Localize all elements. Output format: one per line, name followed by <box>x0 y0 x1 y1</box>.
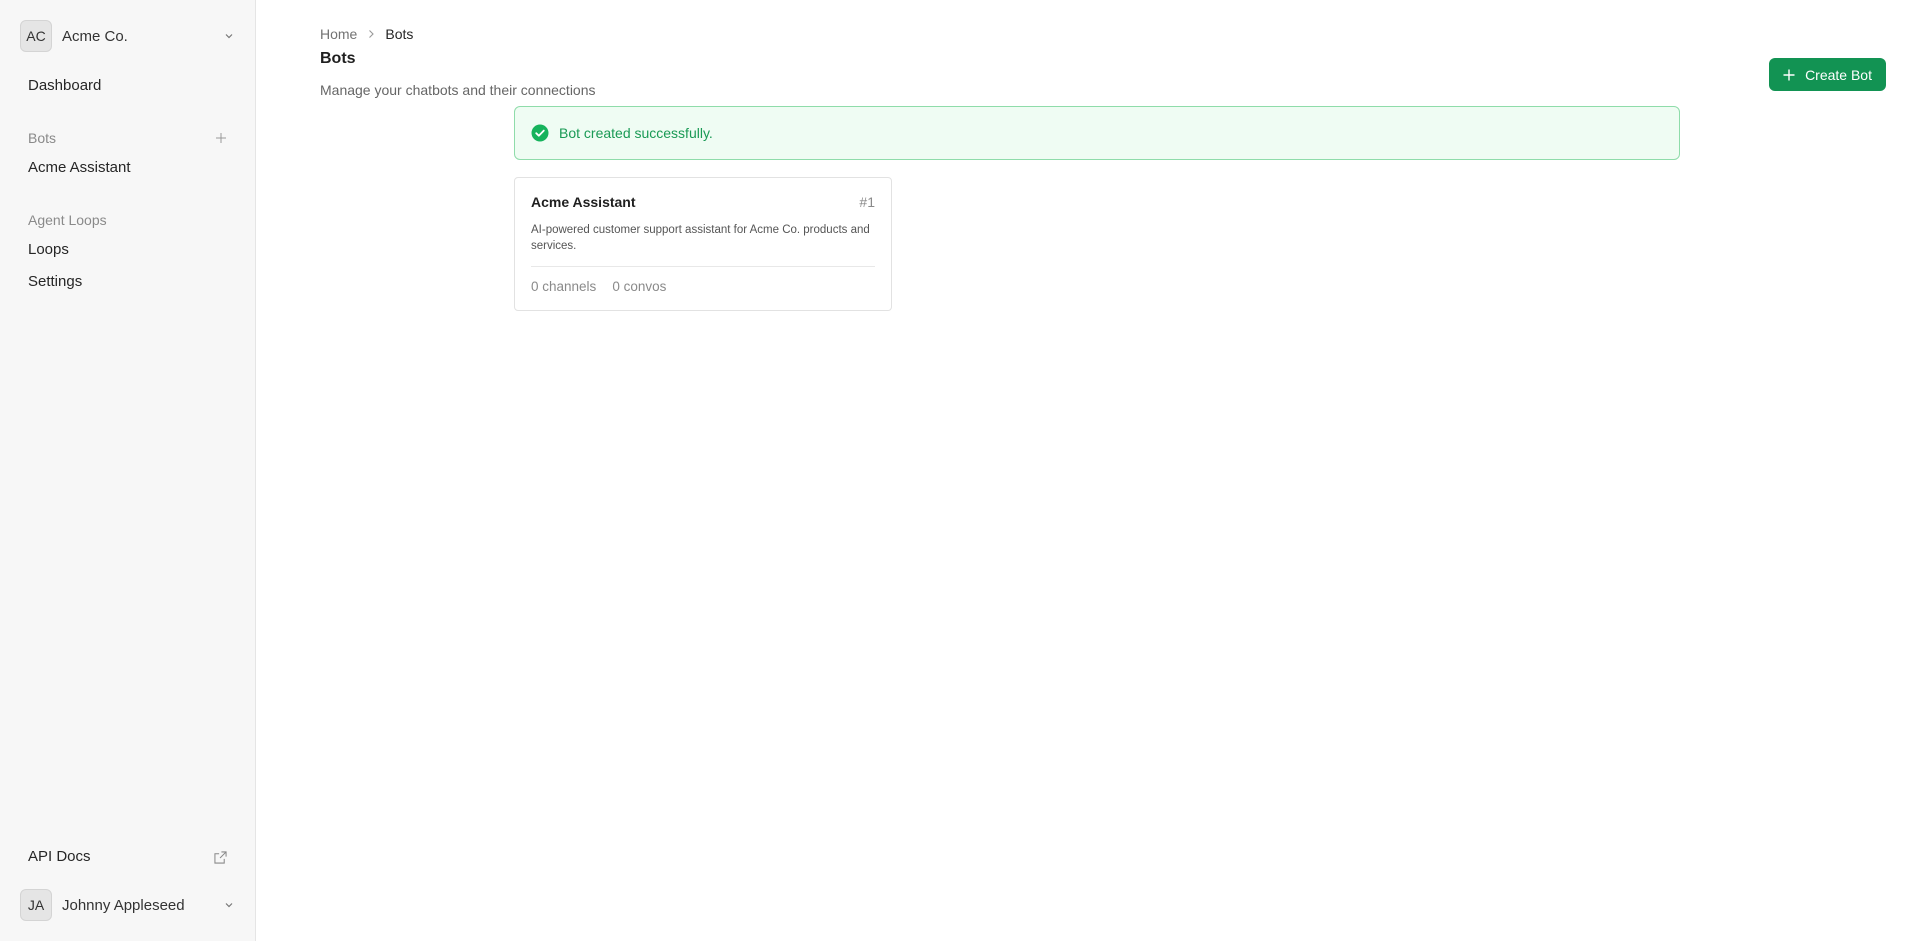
main-content: Home Bots Bots Manage your chatbots and … <box>256 0 1920 941</box>
bot-stats: 0 channels 0 convos <box>531 279 875 294</box>
card-divider <box>531 266 875 267</box>
breadcrumb-current: Bots <box>385 26 414 42</box>
bot-name: Acme Assistant <box>531 194 636 210</box>
page-title: Bots <box>320 50 356 67</box>
chevron-down-icon <box>225 903 233 908</box>
user-switcher[interactable]: JA Johnny Appleseed <box>16 889 239 921</box>
sidebar-section-agent-loops: Agent Loops <box>16 206 239 234</box>
user-name: Johnny Appleseed <box>62 896 185 914</box>
bot-channels-count: 0 channels <box>531 279 597 294</box>
bot-card-header: Acme Assistant #1 <box>531 194 875 210</box>
bots-content: Bot created successfully. Acme Assistant… <box>514 106 1680 311</box>
sidebar-item-loops[interactable]: Loops <box>16 234 239 266</box>
sidebar-item-acme-assistant[interactable]: Acme Assistant <box>16 152 239 184</box>
breadcrumb: Home Bots <box>320 24 1856 44</box>
create-bot-button[interactable]: Create Bot <box>1769 58 1886 91</box>
api-docs-label: API Docs <box>28 848 91 865</box>
section-label-bots: Bots <box>28 130 57 146</box>
org-switcher[interactable]: AC Acme Co. <box>16 20 239 52</box>
app-root: AC Acme Co. Dashboard Bots Acme Assistan… <box>0 0 1920 941</box>
chevron-down-icon <box>225 34 233 39</box>
check-circle-icon <box>531 124 549 142</box>
sidebar-bottom: API Docs JA Johnny Appleseed <box>16 841 239 921</box>
sidebar-top: AC Acme Co. Dashboard Bots Acme Assistan… <box>16 20 239 298</box>
add-bot-icon[interactable] <box>215 132 227 144</box>
page-subtitle: Manage your chatbots and their connectio… <box>320 82 596 98</box>
sidebar-item-api-docs[interactable]: API Docs <box>16 841 239 873</box>
create-bot-label: Create Bot <box>1805 66 1872 83</box>
sidebar-item-settings[interactable]: Settings <box>16 266 239 298</box>
section-label-agent-loops: Agent Loops <box>28 212 107 228</box>
external-link-icon <box>214 850 227 864</box>
org-avatar: AC <box>20 20 52 52</box>
chevron-right-icon <box>369 30 375 38</box>
success-alert: Bot created successfully. <box>514 106 1680 160</box>
bot-convos-count: 0 convos <box>612 279 667 294</box>
bot-card[interactable]: Acme Assistant #1 AI-powered customer su… <box>514 177 892 311</box>
sidebar-item-dashboard[interactable]: Dashboard <box>16 70 239 102</box>
alert-message: Bot created successfully. <box>559 125 713 141</box>
plus-icon <box>1783 69 1795 80</box>
bot-description: AI-powered customer support assistant fo… <box>531 224 870 252</box>
user-avatar: JA <box>20 889 52 921</box>
bot-id: #1 <box>859 194 875 210</box>
sidebar-nav: Dashboard Bots Acme Assistant Agent Loop… <box>16 70 239 298</box>
sidebar-section-bots: Bots <box>16 124 239 152</box>
breadcrumb-home[interactable]: Home <box>320 26 357 42</box>
org-name: Acme Co. <box>62 27 128 45</box>
sidebar: AC Acme Co. Dashboard Bots Acme Assistan… <box>0 0 256 941</box>
